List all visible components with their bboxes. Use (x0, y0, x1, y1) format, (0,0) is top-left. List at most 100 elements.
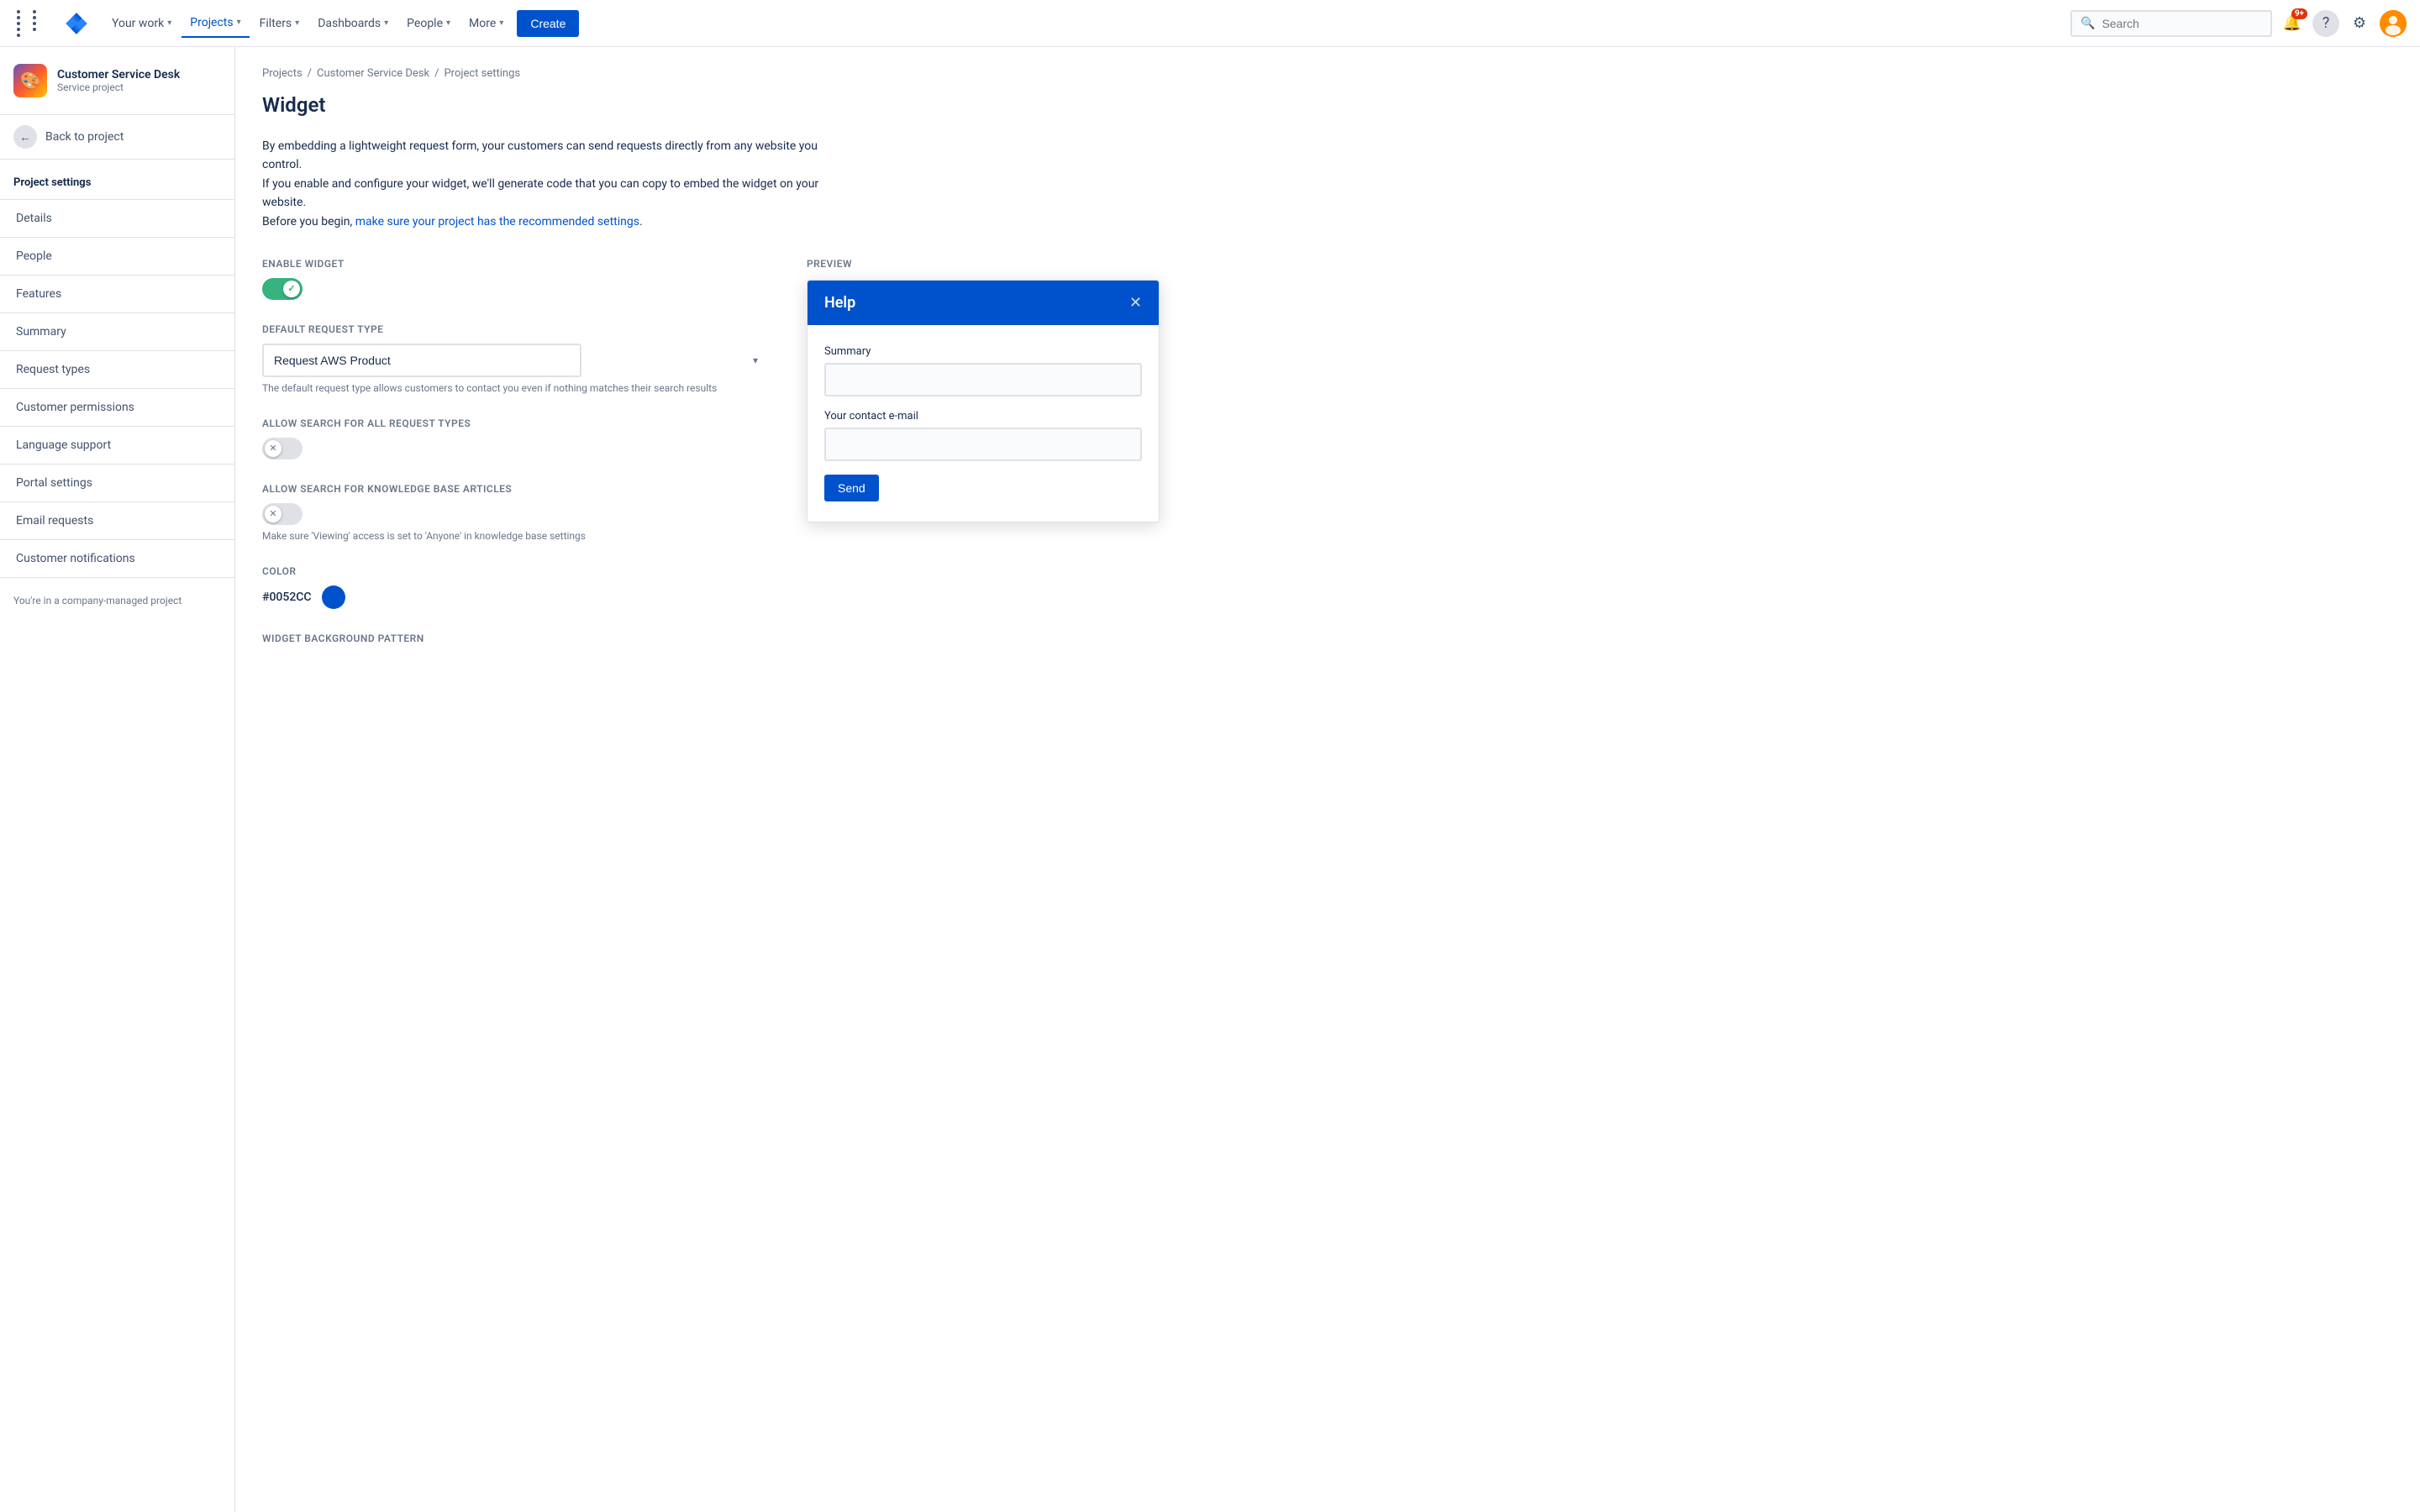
project-name: Customer Service Desk (57, 68, 180, 81)
search-all-toggle[interactable]: ✕ (262, 438, 766, 459)
request-type-select[interactable]: Request AWS Product General enquiry Tech… (262, 344, 581, 377)
color-swatch[interactable] (322, 585, 345, 609)
project-info: Customer Service Desk Service project (57, 68, 180, 93)
chevron-down-icon: ▾ (753, 354, 758, 366)
chevron-down-icon: ▾ (167, 18, 171, 28)
preview-send-button[interactable]: Send (824, 475, 879, 501)
check-icon: ✓ (287, 283, 295, 294)
color-field: Color #0052CC (262, 565, 766, 609)
toggle-thumb: ✓ (283, 281, 300, 297)
topnav-right: 🔍 🔔 9+ ? ⚙ (2070, 10, 2407, 37)
sidebar-divider (0, 388, 234, 389)
breadcrumb-project[interactable]: Customer Service Desk (317, 67, 429, 80)
project-type: Service project (57, 81, 180, 93)
sidebar-divider (0, 426, 234, 427)
sidebar-divider (0, 350, 234, 351)
sidebar-item-customer-notifications[interactable]: Customer notifications (0, 543, 234, 574)
sidebar-item-customer-permissions[interactable]: Customer permissions (0, 392, 234, 423)
search-all-field: Allow search for all request types ✕ (262, 417, 766, 459)
recommended-settings-link[interactable]: make sure your project has the recommend… (355, 215, 639, 228)
search-icon: 🔍 (2081, 17, 2095, 30)
breadcrumb-sep-1: / (308, 67, 312, 80)
chevron-down-icon: ▾ (446, 18, 450, 28)
widget-config: Enable widget ✓ Default request type (262, 258, 766, 668)
nav-more[interactable]: More ▾ (460, 10, 512, 37)
nav-your-work[interactable]: Your work ▾ (103, 10, 180, 37)
main-content: Projects / Customer Service Desk / Proje… (235, 47, 2420, 1512)
breadcrumb: Projects / Customer Service Desk / Proje… (262, 67, 2393, 80)
enable-widget-toggle-label[interactable]: ✓ (262, 278, 302, 300)
sidebar-divider (0, 312, 234, 313)
search-input[interactable] (2102, 17, 2262, 30)
request-type-select-wrap: Request AWS Product General enquiry Tech… (262, 344, 766, 377)
breadcrumb-sep-2: / (434, 67, 439, 80)
nav-filters[interactable]: Filters ▾ (251, 10, 308, 37)
preview-summary-input[interactable] (824, 363, 1142, 396)
preview-email-input[interactable] (824, 428, 1142, 461)
sidebar-divider (0, 237, 234, 238)
search-box[interactable]: 🔍 (2070, 10, 2272, 37)
toggle-thumb: ✕ (265, 440, 281, 457)
default-request-type-field: Default request type Request AWS Product… (262, 323, 766, 394)
desc-text-3: Before you begin, (262, 215, 355, 228)
sidebar-item-language-support[interactable]: Language support (0, 430, 234, 460)
search-kb-label: Allow search for knowledge base articles (262, 483, 766, 495)
sidebar-item-portal-settings[interactable]: Portal settings (0, 468, 234, 498)
back-to-project-button[interactable]: ← Back to project (0, 115, 234, 160)
preview-body: Summary Your contact e-mail Send (808, 325, 1159, 522)
preview-summary-label: Summary (824, 345, 1142, 358)
default-request-type-label: Default request type (262, 323, 766, 335)
sidebar-footer: You're in a company-managed project (0, 581, 234, 620)
search-kb-field: Allow search for knowledge base articles… (262, 483, 766, 542)
search-all-label: Allow search for all request types (262, 417, 766, 429)
help-button[interactable]: ? (2312, 10, 2339, 37)
widget-preview-panel: Preview Help ✕ Summary Your contact e-ma… (807, 258, 1160, 668)
search-all-toggle-label[interactable]: ✕ (262, 438, 302, 459)
breadcrumb-projects[interactable]: Projects (262, 67, 302, 80)
breadcrumb-current: Project settings (444, 67, 520, 80)
search-kb-toggle-label[interactable]: ✕ (262, 503, 302, 525)
enable-widget-toggle[interactable]: ✓ (262, 278, 766, 300)
sidebar-divider (0, 539, 234, 540)
color-row: #0052CC (262, 585, 766, 609)
nav-items: Your work ▾ Projects ▾ Filters ▾ Dashboa… (103, 9, 2064, 38)
sidebar-divider (0, 275, 234, 276)
project-icon: 🎨 (13, 64, 47, 97)
desc-text-1: By embedding a lightweight request form,… (262, 139, 818, 171)
avatar[interactable] (2380, 10, 2407, 37)
notifications-button[interactable]: 🔔 9+ (2279, 10, 2306, 37)
close-icon: ✕ (269, 443, 276, 454)
search-kb-toggle[interactable]: ✕ (262, 503, 766, 525)
bg-pattern-label: Widget background pattern (262, 633, 766, 644)
nav-dashboards[interactable]: Dashboards ▾ (309, 10, 397, 37)
nav-projects[interactable]: Projects ▾ (182, 9, 249, 38)
bg-pattern-field: Widget background pattern (262, 633, 766, 644)
color-value: #0052CC (262, 591, 312, 604)
sidebar-item-request-types[interactable]: Request types (0, 354, 234, 385)
sidebar-item-email-requests[interactable]: Email requests (0, 506, 234, 536)
nav-people[interactable]: People ▾ (398, 10, 459, 37)
back-label: Back to project (45, 130, 124, 144)
chevron-down-icon: ▾ (295, 18, 299, 28)
app-layout: 🎨 Customer Service Desk Service project … (0, 47, 2420, 1512)
desc-text-4: . (639, 215, 643, 228)
preview-header-title: Help (824, 294, 855, 312)
enable-widget-field: Enable widget ✓ (262, 258, 766, 300)
close-icon[interactable]: ✕ (1129, 294, 1142, 312)
sidebar-divider (0, 577, 234, 578)
sidebar-item-features[interactable]: Features (0, 279, 234, 309)
jira-logo[interactable] (63, 10, 90, 37)
sidebar-project: 🎨 Customer Service Desk Service project (0, 47, 234, 115)
sidebar-item-details[interactable]: Details (0, 203, 234, 234)
settings-button[interactable]: ⚙ (2346, 10, 2373, 37)
app-switcher-button[interactable] (13, 7, 50, 40)
color-label: Color (262, 565, 766, 577)
top-navigation: Your work ▾ Projects ▾ Filters ▾ Dashboa… (0, 0, 2420, 47)
widget-layout: Enable widget ✓ Default request type (262, 258, 2393, 668)
sidebar-divider (0, 464, 234, 465)
create-button[interactable]: Create (517, 10, 579, 37)
sidebar-item-summary[interactable]: Summary (0, 317, 234, 347)
sidebar-item-people[interactable]: People (0, 241, 234, 271)
close-icon: ✕ (269, 508, 276, 519)
sidebar: 🎨 Customer Service Desk Service project … (0, 47, 235, 1512)
